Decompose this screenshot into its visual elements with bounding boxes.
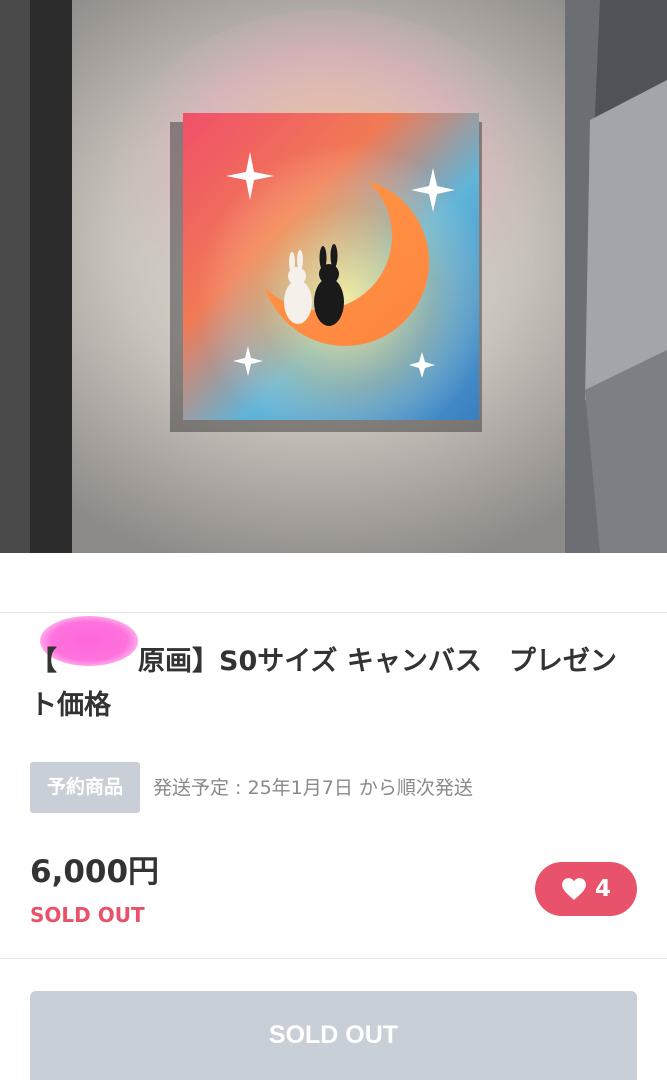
sold-out-button[interactable]: SOLD OUT <box>30 991 637 1080</box>
like-button[interactable]: 4 <box>535 862 637 916</box>
product-image[interactable] <box>0 0 667 553</box>
product-price: 6,000円 <box>30 854 160 890</box>
heart-icon <box>562 878 586 900</box>
painting-illustration <box>0 0 667 553</box>
product-title: 【 原画】S0サイズ キャンバス プレゼント価格 <box>30 646 617 721</box>
shipping-schedule: 発送予定 : 25年1月7日 から順次発送 <box>153 777 473 799</box>
section-divider <box>0 958 667 959</box>
section-divider <box>0 612 667 613</box>
like-count: 4 <box>594 876 611 902</box>
sold-out-status: SOLD OUT <box>30 903 145 927</box>
preorder-badge: 予約商品 <box>30 762 140 813</box>
